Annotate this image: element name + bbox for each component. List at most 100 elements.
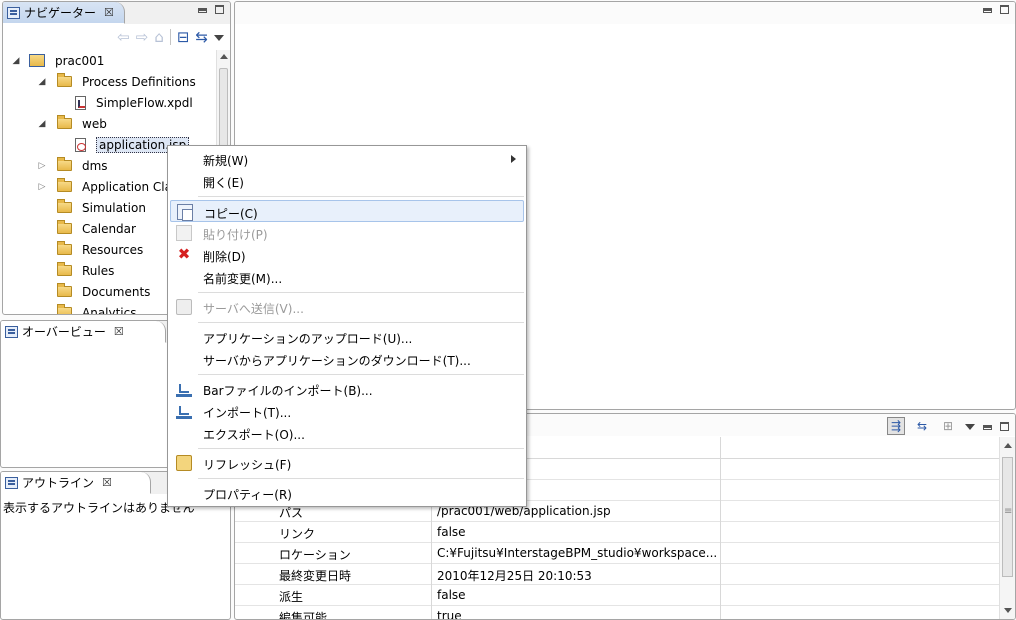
forward-icon[interactable]: ⇨ <box>136 29 149 45</box>
menu-item[interactable]: 開く(E) <box>170 170 524 192</box>
property-value: false <box>437 588 466 602</box>
minimize-icon[interactable] <box>983 425 992 430</box>
scroll-down-icon[interactable] <box>1004 608 1012 613</box>
link-with-editor-icon[interactable]: ⇆ <box>195 29 208 45</box>
folder-icon <box>57 241 72 255</box>
menu-item[interactable]: リフレッシュ(F) <box>170 452 524 474</box>
expand-closed-icon[interactable]: ▷ <box>37 182 47 192</box>
folder-icon <box>57 73 72 87</box>
tab-outline[interactable]: アウトライン ☒ <box>1 472 151 494</box>
table-row[interactable]: リンク false <box>235 522 999 543</box>
maximize-icon[interactable] <box>1000 421 1009 431</box>
expand-open-icon[interactable]: ◢ <box>37 119 47 129</box>
menu-item-label: リフレッシュ(F) <box>203 458 292 472</box>
property-value: false <box>437 525 466 539</box>
collapse-all-icon[interactable]: ⊟ <box>177 29 190 45</box>
menu-item[interactable]: プロパティー(R) <box>170 482 524 504</box>
folder-icon <box>57 115 72 129</box>
tree-item-label: dms <box>82 158 108 173</box>
tree-item[interactable]: ◢ Process Definitions <box>37 71 196 92</box>
maximize-icon[interactable] <box>215 5 224 14</box>
tree-item[interactable]: SimpleFlow.xpdl <box>61 92 193 113</box>
tree-item-label: SimpleFlow.xpdl <box>96 95 193 110</box>
restore-default-icon[interactable]: ⊞ <box>939 417 957 435</box>
menu-item-label: サーバからアプリケーションのダウンロード(T)... <box>203 354 471 368</box>
scroll-thumb[interactable] <box>1002 457 1013 577</box>
menu-item[interactable]: 貼り付け(P) <box>170 222 524 244</box>
tree-item[interactable]: ▷ dms <box>37 155 108 176</box>
tree-item-label: Calendar <box>82 221 136 236</box>
outline-title: アウトライン <box>22 476 95 490</box>
menu-item[interactable]: エクスポート(O)... <box>170 422 524 444</box>
navigator-icon <box>7 6 20 19</box>
delete-icon: ✖ <box>177 245 191 263</box>
menu-item-label: インポート(T)... <box>203 406 292 420</box>
menu-item-label: 新規(W) <box>203 154 249 168</box>
menu-item-label: 貼り付け(P) <box>203 228 268 242</box>
menu-item[interactable]: インポート(T)... <box>170 400 524 422</box>
navigator-toolbar: ⇦ ⇨ ⌂ ⊟ ⇆ <box>3 25 230 49</box>
menu-item[interactable]: サーバへ送信(V)... <box>170 296 524 318</box>
tree-item[interactable]: Calendar <box>37 218 136 239</box>
expand-open-icon[interactable]: ◢ <box>37 77 47 87</box>
property-key: 派生 <box>279 590 304 604</box>
menu-separator <box>198 374 524 375</box>
property-key: 編集可能 <box>279 611 328 620</box>
properties-scrollbar[interactable] <box>999 437 1015 619</box>
expand-open-icon[interactable]: ◢ <box>11 56 21 66</box>
xpdl-file-icon <box>75 95 86 110</box>
overview-icon <box>5 325 18 338</box>
menu-separator <box>198 322 524 323</box>
tree-item[interactable]: Documents <box>37 281 150 302</box>
tab-overview[interactable]: オーバービュー ☒ <box>1 321 166 343</box>
menu-separator <box>198 196 524 197</box>
close-icon[interactable]: ☒ <box>104 6 114 19</box>
close-icon[interactable]: ☒ <box>114 325 124 338</box>
menu-item[interactable]: アプリケーションのアップロード(U)... <box>170 326 524 348</box>
scroll-up-icon[interactable] <box>220 54 228 59</box>
scroll-up-icon[interactable] <box>1004 443 1012 448</box>
send-icon <box>176 299 192 315</box>
table-row[interactable]: 編集可能 true <box>235 606 999 620</box>
tab-navigator[interactable]: ナビゲーター ☒ <box>3 2 125 24</box>
toolbar-separator <box>169 29 171 45</box>
maximize-icon[interactable] <box>1000 5 1009 14</box>
menu-item[interactable]: 名前変更(M)... <box>170 266 524 288</box>
navigator-tabbar: ナビゲーター ☒ <box>3 2 230 24</box>
tree-item[interactable]: ◢ prac001 <box>11 50 105 71</box>
close-icon[interactable]: ☒ <box>102 476 112 489</box>
table-row[interactable]: ロケーション C:¥Fujitsu¥InterstageBPM_studio¥wo… <box>235 543 999 564</box>
back-icon[interactable]: ⇦ <box>117 29 130 45</box>
menu-item[interactable]: 新規(W) <box>170 148 524 170</box>
menu-item[interactable]: サーバからアプリケーションのダウンロード(T)... <box>170 348 524 370</box>
menu-item[interactable]: Barファイルのインポート(B)... <box>170 378 524 400</box>
table-row[interactable]: 最終変更日時 2010年12月25日 20:10:53 <box>235 564 999 585</box>
column-divider <box>720 437 721 619</box>
property-key: 最終変更日時 <box>279 569 352 583</box>
tree-item[interactable]: Rules <box>37 260 114 281</box>
minimize-icon[interactable] <box>983 8 992 13</box>
menu-item-label: コピー(C) <box>204 207 258 221</box>
tree-item[interactable]: Analytics <box>37 302 137 314</box>
menu-item[interactable]: ✖ 削除(D) <box>170 244 524 266</box>
show-categories-icon[interactable]: ⇶ <box>887 417 905 435</box>
tree-item-label: Process Definitions <box>82 74 196 89</box>
expand-closed-icon[interactable]: ▷ <box>37 161 47 171</box>
import-icon <box>176 403 192 419</box>
view-menu-icon[interactable] <box>214 35 224 41</box>
property-value: 2010年12月25日 20:10:53 <box>437 569 592 583</box>
show-advanced-icon[interactable]: ⇆ <box>913 417 931 435</box>
menu-item-label: サーバへ送信(V)... <box>203 302 304 316</box>
table-row[interactable]: 派生 false <box>235 585 999 606</box>
folder-icon <box>57 283 72 297</box>
home-icon[interactable]: ⌂ <box>154 29 164 45</box>
property-value: C:¥Fujitsu¥InterstageBPM_studio¥workspac… <box>437 546 717 560</box>
tree-item[interactable]: ◢ web <box>37 113 107 134</box>
minimize-icon[interactable] <box>198 8 207 13</box>
view-menu-icon[interactable] <box>965 424 975 430</box>
tree-item[interactable]: Simulation <box>37 197 146 218</box>
import-icon <box>176 381 192 397</box>
menu-item[interactable]: コピー(C) <box>170 200 524 222</box>
tree-item[interactable]: Resources <box>37 239 143 260</box>
tree-item[interactable]: ▷ Application Cla <box>37 176 172 197</box>
